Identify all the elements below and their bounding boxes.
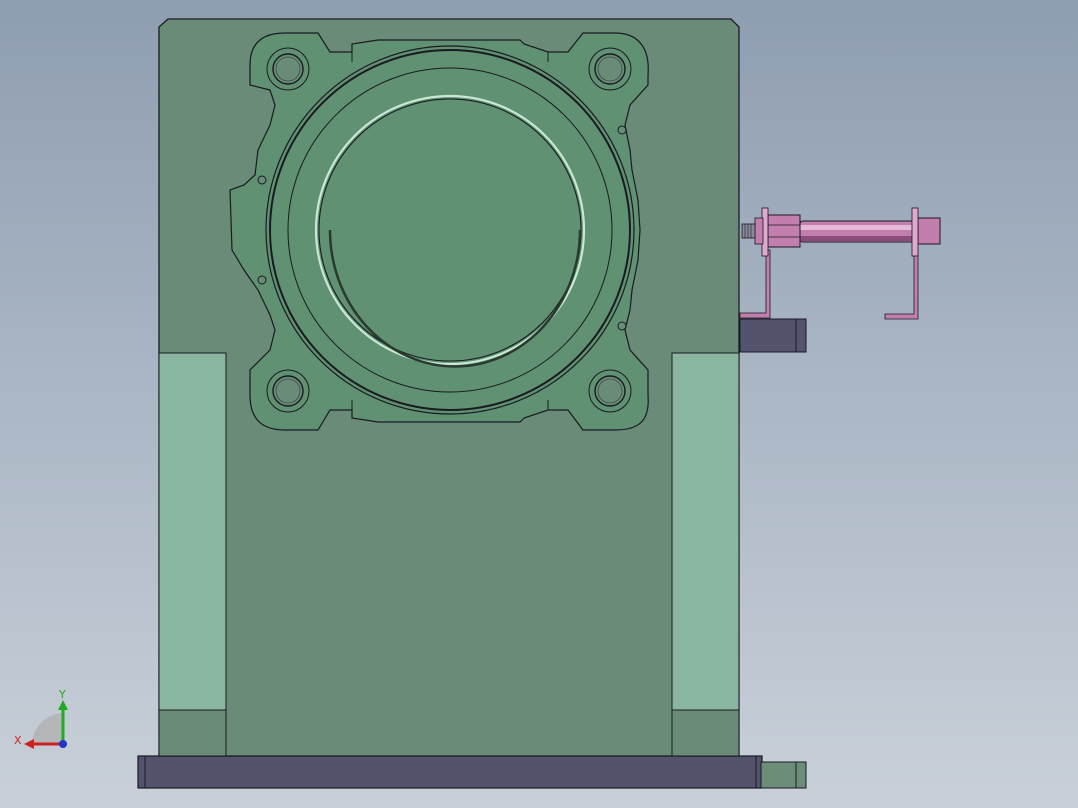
base-plate[interactable]: [137, 755, 763, 789]
flange-notch: [257, 275, 267, 285]
rod-end-nut[interactable]: [917, 217, 941, 245]
triad-y-label: Y: [58, 688, 66, 701]
cylinder-rod-highlight: [800, 225, 918, 230]
coordinate-triad: Y X: [14, 688, 68, 749]
graphics-viewport[interactable]: Y X: [0, 0, 1078, 808]
triad-x-label: X: [14, 734, 22, 747]
triad-x-arrow-icon: [24, 739, 34, 749]
lock-nut[interactable]: [754, 217, 764, 245]
bolt-hole-bottom-right[interactable]: [588, 369, 632, 413]
left-rail-foot[interactable]: [158, 709, 227, 757]
right-rail-foot[interactable]: [671, 709, 740, 757]
cylinder-rod-shadow: [800, 236, 918, 241]
bolt-hole-top-left[interactable]: [266, 47, 310, 91]
bolt-hole-top-right[interactable]: [588, 47, 632, 91]
flange-notch: [257, 175, 267, 185]
triad-z-axis-icon: [59, 740, 67, 748]
flange-notch: [617, 321, 627, 331]
rod-end-washer[interactable]: [911, 207, 919, 257]
hex-nut[interactable]: [767, 214, 801, 248]
left-side-rail[interactable]: [158, 352, 227, 711]
thread-stub[interactable]: [741, 223, 756, 239]
model-view[interactable]: [0, 0, 1078, 808]
triad-arc-icon: [32, 713, 63, 744]
right-bracket[interactable]: [884, 249, 919, 320]
base-foot-block[interactable]: [760, 761, 807, 789]
triad-y-arrow-icon: [58, 700, 68, 710]
left-bracket[interactable]: [739, 249, 771, 319]
right-side-rail[interactable]: [671, 352, 740, 711]
bolt-hole-bottom-left[interactable]: [266, 369, 310, 413]
output-bore[interactable]: [318, 98, 582, 362]
flange-notch: [617, 125, 627, 135]
